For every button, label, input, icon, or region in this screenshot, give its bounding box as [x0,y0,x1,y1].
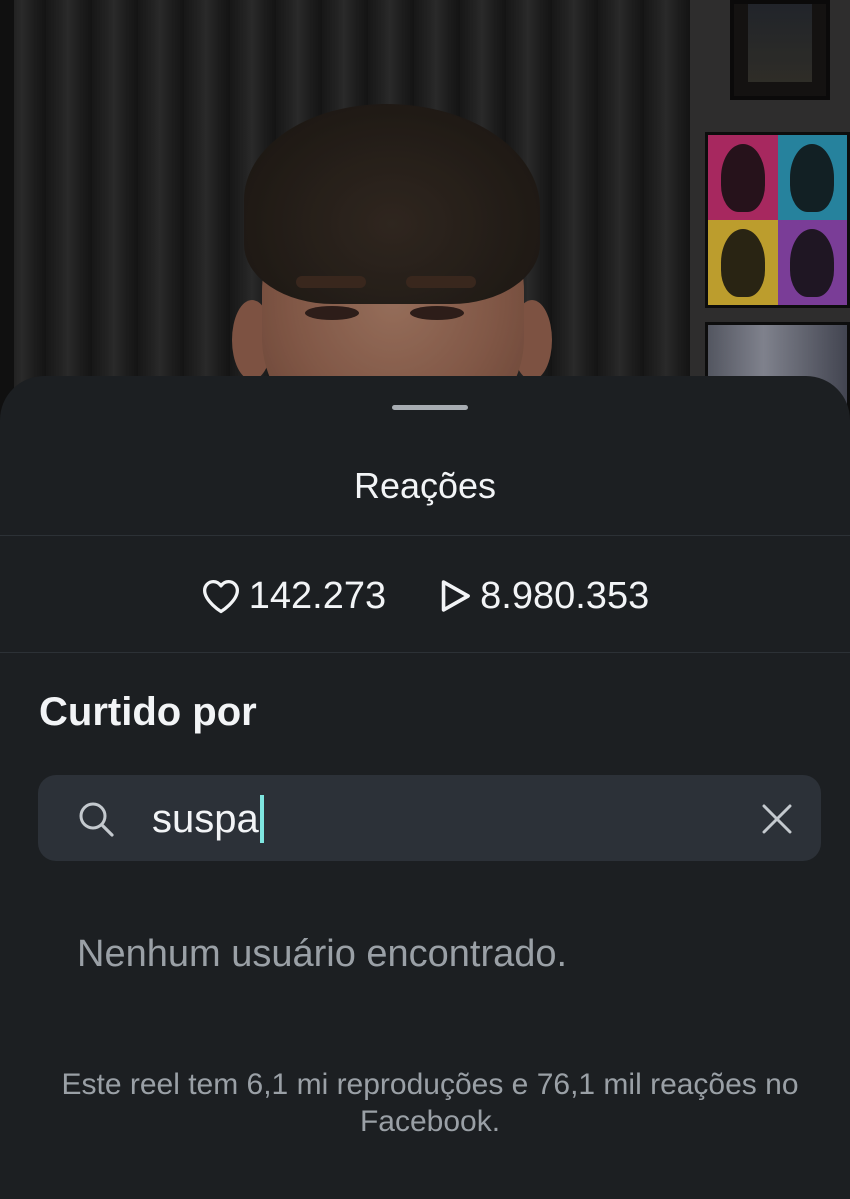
text-caret [259,795,264,843]
stats-row: 142.273 8.980.353 [0,574,850,618]
screen: Reações 142.273 8.980.353 Curtido por su… [0,0,850,1199]
liked-by-title: Curtido por [39,690,257,734]
divider [0,652,850,653]
sheet-title: Reações [353,465,497,506]
plays-stat[interactable]: 8.980.353 [438,575,649,618]
search-icon [76,799,116,839]
facebook-stats-note: Este reel tem 6,1 mi reproduções e 76,1 … [61,1068,799,1138]
search-value[interactable]: suspa [152,795,264,843]
heart-icon [201,578,241,614]
no-results-message: Nenhum usuário encontrado. [77,933,568,975]
play-icon [438,578,472,614]
close-icon[interactable] [759,801,795,837]
plays-count: 8.980.353 [480,574,650,617]
divider [0,535,850,536]
search-text: suspa [152,797,259,841]
reel-video-background [0,0,850,420]
likes-count: 142.273 [248,574,387,617]
reactions-sheet: Reações 142.273 8.980.353 Curtido por su… [0,376,850,1199]
likes-stat[interactable]: 142.273 [201,575,386,618]
drag-handle[interactable] [392,405,468,410]
search-input[interactable]: suspa [38,775,821,861]
